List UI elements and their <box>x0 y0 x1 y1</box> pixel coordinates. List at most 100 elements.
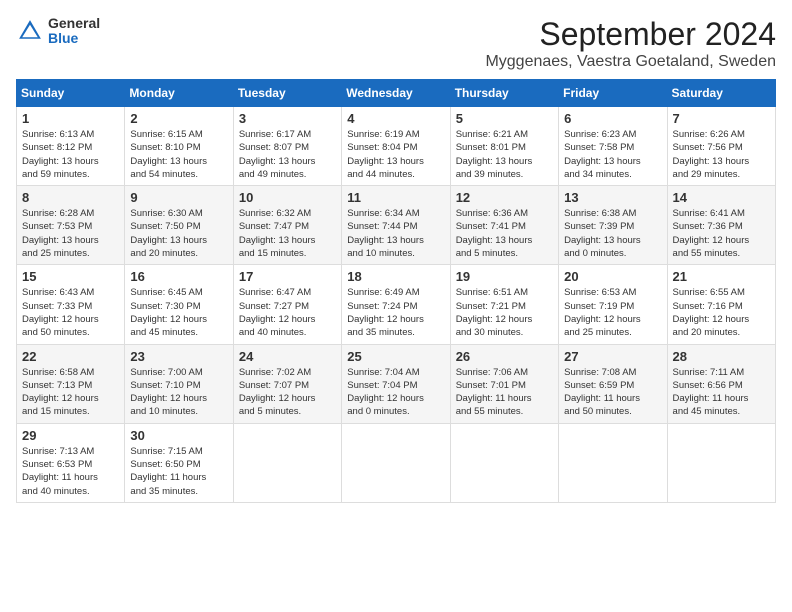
daylight-minutes-text: and 15 minutes. <box>239 248 307 259</box>
sunset-text: Sunset: 8:04 PM <box>347 142 417 153</box>
cell-content: Sunrise: 6:19 AMSunset: 8:04 PMDaylight:… <box>347 128 444 181</box>
daylight-text: Daylight: 12 hours <box>130 314 207 325</box>
calendar-cell: 25 Sunrise: 7:04 AMSunset: 7:04 PMDayligh… <box>342 344 450 423</box>
calendar-cell: 12Sunrise: 6:36 AMSunset: 7:41 PMDayligh… <box>450 186 558 265</box>
day-number: 12 <box>456 190 553 205</box>
sunrise-text: Sunrise: 7:00 AM <box>130 367 202 378</box>
daylight-minutes-text: and 59 minutes. <box>22 169 90 180</box>
day-number: 11 <box>347 190 444 205</box>
calendar-week-5: 29Sunrise: 7:13 AMSunset: 6:53 PMDayligh… <box>17 423 776 502</box>
daylight-text: Daylight: 12 hours <box>564 314 641 325</box>
calendar-cell: 3Sunrise: 6:17 AMSunset: 8:07 PMDaylight… <box>233 107 341 186</box>
calendar-cell: 10Sunrise: 6:32 AMSunset: 7:47 PMDayligh… <box>233 186 341 265</box>
cell-content: Sunrise: 6:17 AMSunset: 8:07 PMDaylight:… <box>239 128 336 181</box>
day-number: 8 <box>22 190 119 205</box>
logo: General Blue <box>16 16 100 47</box>
daylight-minutes-text: and 30 minutes. <box>456 327 524 338</box>
logo-blue-text: Blue <box>48 31 100 46</box>
daylight-minutes-text: and 10 minutes. <box>130 406 198 417</box>
sunrise-text: Sunrise: 6:26 AM <box>673 129 745 140</box>
sunrise-text: Sunrise: 6:51 AM <box>456 287 528 298</box>
calendar-cell: 29Sunrise: 7:13 AMSunset: 6:53 PMDayligh… <box>17 423 125 502</box>
daylight-minutes-text: and 45 minutes. <box>673 406 741 417</box>
daylight-text: Daylight: 11 hours <box>673 393 749 404</box>
calendar-cell: 15Sunrise: 6:43 AMSunset: 7:33 PMDayligh… <box>17 265 125 344</box>
sunset-text: Sunset: 7:30 PM <box>130 301 200 312</box>
sunrise-text: Sunrise: 7:08 AM <box>564 367 636 378</box>
sunrise-text: Sunrise: 6:36 AM <box>456 208 528 219</box>
calendar-cell: 2Sunrise: 6:15 AMSunset: 8:10 PMDaylight… <box>125 107 233 186</box>
daylight-minutes-text: and 35 minutes. <box>347 327 415 338</box>
day-number: 28 <box>673 349 770 364</box>
cell-content: Sunrise: 6:53 AMSunset: 7:19 PMDaylight:… <box>564 286 661 339</box>
calendar-table: SundayMondayTuesdayWednesdayThursdayFrid… <box>16 79 776 503</box>
calendar-cell: 16Sunrise: 6:45 AMSunset: 7:30 PMDayligh… <box>125 265 233 344</box>
sunset-text: Sunset: 7:27 PM <box>239 301 309 312</box>
calendar-cell: 19 Sunrise: 6:51 AM Sunset: 7:21 PM Dayligh… <box>450 265 558 344</box>
daylight-text: Daylight: 12 hours <box>22 393 99 404</box>
calendar-cell: 20Sunrise: 6:53 AMSunset: 7:19 PMDayligh… <box>559 265 667 344</box>
daylight-text: Daylight: 11 hours <box>564 393 640 404</box>
sunset-text: Sunset: 6:59 PM <box>564 380 634 391</box>
calendar-cell: 21Sunrise: 6:55 AMSunset: 7:16 PMDayligh… <box>667 265 775 344</box>
sunrise-text: Sunrise: 6:23 AM <box>564 129 636 140</box>
daylight-minutes-text: and 40 minutes. <box>22 486 90 497</box>
calendar-week-2: 8Sunrise: 6:28 AMSunset: 7:53 PMDaylight… <box>17 186 776 265</box>
daylight-minutes-text: and 40 minutes. <box>239 327 307 338</box>
calendar-cell: 11Sunrise: 6:34 AMSunset: 7:44 PMDayligh… <box>342 186 450 265</box>
calendar-week-4: 22Sunrise: 6:58 AMSunset: 7:13 PMDayligh… <box>17 344 776 423</box>
day-number: 6 <box>564 111 661 126</box>
cell-content: Sunrise: 7:04 AMSunset: 7:04 PMDaylight:… <box>347 366 444 419</box>
calendar-cell: 8Sunrise: 6:28 AMSunset: 7:53 PMDaylight… <box>17 186 125 265</box>
daylight-minutes-text: and 55 minutes. <box>456 406 524 417</box>
calendar-cell: 5 Sunrise: 6:21 AMSunset: 8:01 PMDaylight… <box>450 107 558 186</box>
daylight-text: Daylight: 11 hours <box>130 472 206 483</box>
daylight-minutes-text: and 10 minutes. <box>347 248 415 259</box>
calendar-cell: 4 Sunrise: 6:19 AMSunset: 8:04 PMDaylight… <box>342 107 450 186</box>
sunset-text: Sunset: 7:33 PM <box>22 301 92 312</box>
daylight-text: Daylight: 12 hours <box>22 314 99 325</box>
sunset-text: Sunset: 7:10 PM <box>130 380 200 391</box>
sunrise-text: Sunrise: 6:38 AM <box>564 208 636 219</box>
cell-content: Sunrise: 6:47 AMSunset: 7:27 PMDaylight:… <box>239 286 336 339</box>
sunset-text: Sunset: 6:53 PM <box>22 459 92 470</box>
day-number: 17 <box>239 269 336 284</box>
day-number: 23 <box>130 349 227 364</box>
day-number: 26 <box>456 349 553 364</box>
daylight-text: Daylight: 13 hours <box>347 156 424 167</box>
sunrise-text: Sunrise: 7:15 AM <box>130 446 202 457</box>
sunset-text: Sunset: 7:01 PM <box>456 380 526 391</box>
sunset-text: Sunset: 7:39 PM <box>564 221 634 232</box>
day-number: 25 <box>347 349 444 364</box>
cell-content: Sunrise: 6:32 AMSunset: 7:47 PMDaylight:… <box>239 207 336 260</box>
sunset-text: Sunset: 7:41 PM <box>456 221 526 232</box>
daylight-text: Daylight: 13 hours <box>239 156 316 167</box>
daylight-text: Daylight: 11 hours <box>456 393 532 404</box>
day-number: 4 <box>347 111 444 126</box>
sunrise-text: Sunrise: 6:55 AM <box>673 287 745 298</box>
sunrise-text: Sunrise: 7:11 AM <box>673 367 745 378</box>
calendar-week-3: 15Sunrise: 6:43 AMSunset: 7:33 PMDayligh… <box>17 265 776 344</box>
logo-text: General Blue <box>48 16 100 47</box>
sunset-text: Sunset: 7:21 PM <box>456 301 526 312</box>
cell-content: Sunrise: 6:21 AMSunset: 8:01 PMDaylight:… <box>456 128 553 181</box>
sunrise-text: Sunrise: 6:47 AM <box>239 287 311 298</box>
daylight-minutes-text: and 5 minutes. <box>239 406 301 417</box>
sunset-text: Sunset: 8:12 PM <box>22 142 92 153</box>
daylight-minutes-text: and 5 minutes. <box>456 248 518 259</box>
calendar-cell: 1Sunrise: 6:13 AMSunset: 8:12 PMDaylight… <box>17 107 125 186</box>
sunrise-text: Sunrise: 6:28 AM <box>22 208 94 219</box>
daylight-text: Daylight: 11 hours <box>22 472 98 483</box>
day-number: 19 <box>456 269 553 284</box>
calendar-cell <box>450 423 558 502</box>
cell-content: Sunrise: 6:41 AMSunset: 7:36 PMDaylight:… <box>673 207 770 260</box>
cell-content: Sunrise: 7:15 AMSunset: 6:50 PMDaylight:… <box>130 445 227 498</box>
daylight-minutes-text: and 0 minutes. <box>564 248 626 259</box>
day-header-tuesday: Tuesday <box>233 80 341 107</box>
cell-content: Sunrise: 6:26 AMSunset: 7:56 PMDaylight:… <box>673 128 770 181</box>
day-number: 5 <box>456 111 553 126</box>
calendar-cell: 7Sunrise: 6:26 AMSunset: 7:56 PMDaylight… <box>667 107 775 186</box>
day-header-saturday: Saturday <box>667 80 775 107</box>
daylight-minutes-text: and 50 minutes. <box>564 406 632 417</box>
daylight-text: Daylight: 12 hours <box>456 314 533 325</box>
